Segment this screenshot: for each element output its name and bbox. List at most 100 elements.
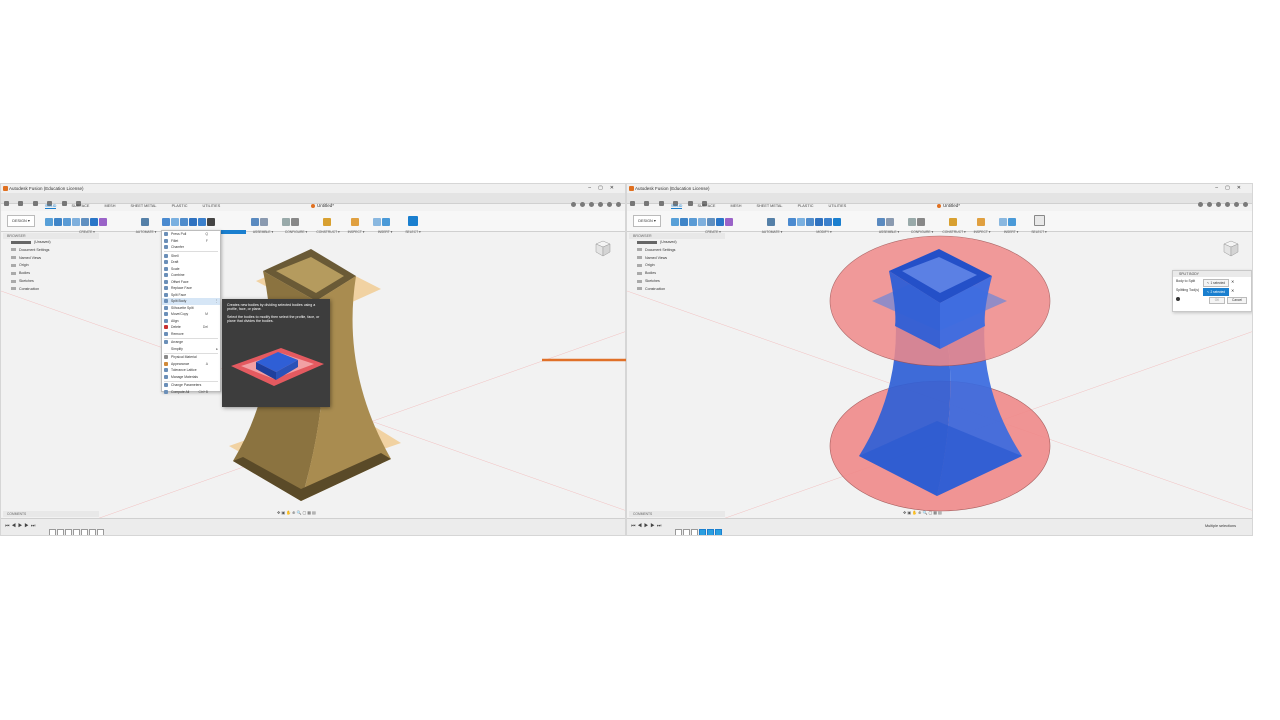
timeline-playback-controls[interactable]: ⏮◀▶▶⏭ [5, 523, 37, 529]
file-icon[interactable] [18, 201, 24, 206]
timeline-sketch-icon[interactable] [675, 529, 682, 535]
insert-image-icon[interactable] [1008, 218, 1016, 226]
tab-surface[interactable]: SURFACE [697, 204, 715, 208]
design-workspace-button[interactable]: DESIGN ▾ [7, 215, 35, 227]
measure-icon[interactable] [977, 218, 985, 226]
chamfer-icon[interactable] [806, 218, 814, 226]
tab-utilities[interactable]: UTILITIES [203, 204, 221, 208]
tab-utilities[interactable]: UTILITIES [829, 204, 847, 208]
move-icon[interactable] [207, 218, 215, 226]
split-body-icon[interactable] [833, 218, 841, 226]
timeline-plane-icon[interactable] [715, 529, 722, 535]
tab-mesh[interactable]: MESH [730, 204, 741, 208]
sweep-icon[interactable] [72, 218, 80, 226]
new-component-icon[interactable] [251, 218, 259, 226]
timeline-plane-icon[interactable] [81, 529, 88, 535]
rectangular-pattern-icon[interactable] [716, 218, 724, 226]
document-tab[interactable]: Untitled* [311, 203, 334, 208]
loft-icon[interactable] [707, 218, 715, 226]
notifications-icon[interactable] [598, 202, 603, 207]
job-status-icon[interactable] [1216, 202, 1221, 207]
design-workspace-button[interactable]: DESIGN ▾ [633, 215, 661, 227]
menu-item-remove[interactable]: Remove [162, 331, 220, 338]
help-icon[interactable] [607, 202, 612, 207]
tab-plastic[interactable]: PLASTIC [172, 204, 188, 208]
shell-icon[interactable] [815, 218, 823, 226]
browser-item-root[interactable]: (Unsaved) [629, 239, 725, 247]
joint-icon[interactable] [260, 218, 268, 226]
navigation-bar[interactable]: ✥▣✋⊕🔍▢▦▤ [277, 510, 317, 515]
extrude-icon[interactable] [680, 218, 688, 226]
new-sketch-icon[interactable] [671, 218, 679, 226]
table-icon[interactable] [291, 218, 299, 226]
revolve-icon[interactable] [63, 218, 71, 226]
browser-item-construction[interactable]: Construction [629, 286, 725, 294]
extensions-icon[interactable] [580, 202, 585, 207]
loft-icon[interactable] [81, 218, 89, 226]
menu-item-compute-all[interactable]: Compute All Ctrl+B [162, 389, 220, 396]
tab-plastic[interactable]: PLASTIC [798, 204, 814, 208]
timeline-extrude-icon[interactable] [683, 529, 690, 535]
add-tab-icon[interactable] [571, 202, 576, 207]
extrude-icon[interactable] [54, 218, 62, 226]
browser-item-sketches[interactable]: Sketches [629, 278, 725, 286]
measure-icon[interactable] [351, 218, 359, 226]
revolve-icon[interactable] [689, 218, 697, 226]
ok-button[interactable]: OK [1209, 296, 1225, 304]
new-component-icon[interactable] [877, 218, 885, 226]
view-cube[interactable] [1221, 239, 1239, 259]
save-icon[interactable] [32, 201, 38, 206]
grid-menu-icon[interactable] [630, 201, 635, 206]
browser-item-document-settings[interactable]: Document Settings [3, 247, 99, 255]
sweep-icon[interactable] [698, 218, 706, 226]
shell-icon[interactable] [189, 218, 197, 226]
new-sketch-icon[interactable] [45, 218, 53, 226]
automate-icon[interactable] [767, 218, 775, 226]
menu-item-simplify[interactable]: Simplify ▸ [162, 346, 220, 353]
clear-selection-icon[interactable]: ✕ [1231, 277, 1234, 286]
browser-item-named-views[interactable]: Named Views [629, 255, 725, 263]
browser-item-bodies[interactable]: Bodies [629, 270, 725, 278]
offset-plane-icon[interactable] [949, 218, 957, 226]
form-icon[interactable] [725, 218, 733, 226]
browser-item-construction[interactable]: Construction [3, 286, 99, 294]
browser-item-root[interactable]: (Unsaved) [3, 239, 99, 247]
timeline-plane-icon[interactable] [707, 529, 714, 535]
browser-item-named-views[interactable]: Named Views [3, 255, 99, 263]
form-icon[interactable] [99, 218, 107, 226]
tab-mesh[interactable]: MESH [104, 204, 115, 208]
menu-item-manage-materials[interactable]: Manage Materials [162, 374, 220, 381]
document-tab[interactable]: Untitled* [937, 203, 960, 208]
offset-plane-icon[interactable] [323, 218, 331, 226]
joint-icon[interactable] [886, 218, 894, 226]
add-tab-icon[interactable] [1198, 202, 1203, 207]
timeline-sketch-icon[interactable] [65, 529, 72, 535]
select-icon[interactable] [1034, 215, 1045, 226]
help-icon[interactable] [1234, 202, 1239, 207]
tab-solid[interactable]: SOLID [45, 204, 57, 209]
table-icon[interactable] [917, 218, 925, 226]
window-controls[interactable]: –▢✕ [588, 184, 621, 193]
menu-item-chamfer[interactable]: Chamfer [162, 244, 220, 251]
insert-derive-icon[interactable] [999, 218, 1007, 226]
grid-menu-icon[interactable] [4, 201, 9, 206]
timeline-plane-icon[interactable] [89, 529, 96, 535]
browser-item-sketches[interactable]: Sketches [3, 278, 99, 286]
fillet-icon[interactable] [797, 218, 805, 226]
fillet-icon[interactable] [171, 218, 179, 226]
chamfer-icon[interactable] [180, 218, 188, 226]
insert-derive-icon[interactable] [373, 218, 381, 226]
configure-icon[interactable] [282, 218, 290, 226]
comments-panel[interactable]: COMMENTS [629, 511, 725, 517]
insert-image-icon[interactable] [382, 218, 390, 226]
clear-selection-icon[interactable]: ✕ [1231, 286, 1234, 295]
account-avatar[interactable] [1243, 202, 1248, 207]
timeline-marker[interactable] [97, 529, 104, 535]
info-icon[interactable] [1176, 297, 1180, 301]
navigation-bar[interactable]: ✥▣✋⊕🔍▢▦▤ [903, 510, 943, 515]
combine-icon[interactable] [198, 218, 206, 226]
tab-surface[interactable]: SURFACE [71, 204, 89, 208]
press-pull-icon[interactable] [788, 218, 796, 226]
cancel-button[interactable]: Cancel [1227, 296, 1247, 304]
browser-item-origin[interactable]: Origin [3, 262, 99, 270]
